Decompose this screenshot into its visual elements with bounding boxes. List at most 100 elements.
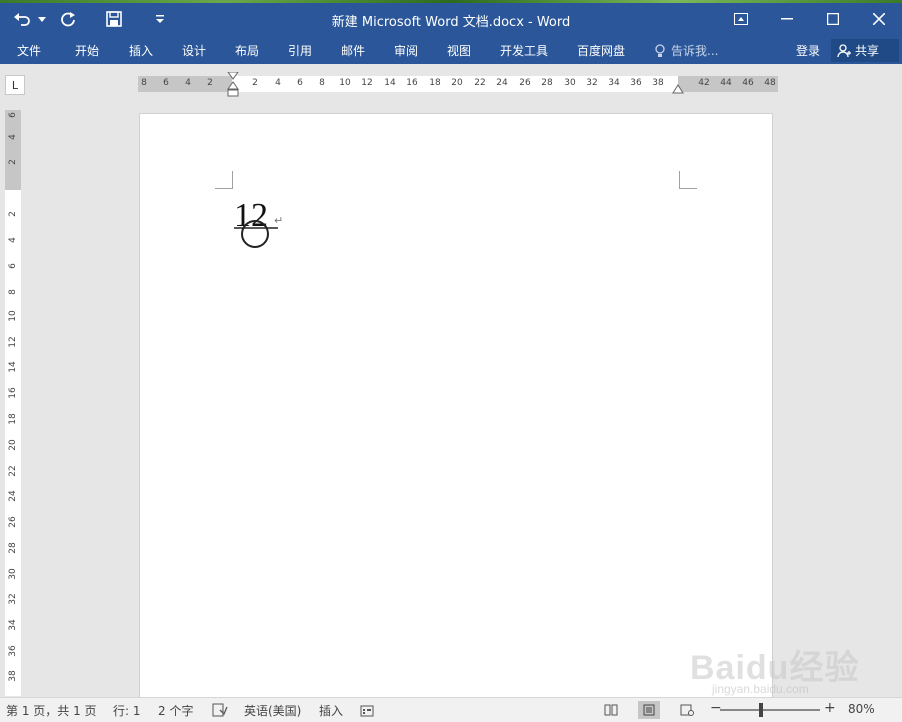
ruler-tick: 14 <box>384 78 396 88</box>
ruler-tick: 18 <box>8 413 18 425</box>
ruler-tick: 26 <box>8 516 18 528</box>
ruler-tick: 32 <box>586 78 598 88</box>
ruler-tick: 22 <box>474 78 486 88</box>
tab-layout[interactable]: 布局 <box>235 42 259 59</box>
ruler-tick: 30 <box>564 78 576 88</box>
ruler-tick: 8 <box>8 289 18 295</box>
ribbon-tabs: 文件 开始 插入 设计 布局 引用 邮件 审阅 视图 开发工具 百度网盘 告诉我… <box>0 38 902 64</box>
baidu-watermark: Baidu经验 jingyan.baidu.com <box>690 630 890 696</box>
page-count[interactable]: 第 1 页，共 1 页 <box>6 702 97 719</box>
ruler-tick: 30 <box>8 568 18 580</box>
close-icon[interactable] <box>856 0 902 38</box>
ruler-tick: 2 <box>8 211 18 217</box>
ruler-tick: 32 <box>8 593 18 605</box>
tab-baidu-netdisk[interactable]: 百度网盘 <box>577 42 625 59</box>
zoom-slider-track[interactable] <box>720 709 820 711</box>
print-layout-icon[interactable] <box>638 701 660 719</box>
tab-design[interactable]: 设计 <box>182 42 206 59</box>
tab-view[interactable]: 视图 <box>447 42 471 59</box>
share-label: 共享 <box>855 44 880 58</box>
minimize-icon[interactable] <box>764 0 810 38</box>
ruler-tick: 36 <box>630 78 642 88</box>
ruler-tick: 16 <box>8 387 18 399</box>
ruler-tick: 2 <box>207 78 213 88</box>
ruler-tick: 28 <box>541 78 553 88</box>
ribbon-display-options-icon[interactable] <box>718 0 764 38</box>
ruler-tick: 4 <box>8 134 18 140</box>
ruler-tick: 2 <box>8 159 18 165</box>
status-bar: 第 1 页，共 1 页 行: 1 2 个字 英语(美国) 插入 − + 80% <box>0 697 902 722</box>
ruler-tick: 36 <box>8 645 18 657</box>
ruler-tick: 10 <box>339 78 351 88</box>
ruler-tick: 20 <box>451 78 463 88</box>
tell-me-label: 告诉我... <box>671 44 719 58</box>
line-number[interactable]: 行: 1 <box>113 702 141 719</box>
ruler-tick: 2 <box>252 78 258 88</box>
ruler-tick: 12 <box>361 78 373 88</box>
tab-review[interactable]: 审阅 <box>394 42 418 59</box>
zoom-level[interactable]: 80% <box>848 702 875 716</box>
ruler-tick: 38 <box>652 78 664 88</box>
ruler-tick: 8 <box>141 78 147 88</box>
ruler-tick: 12 <box>8 336 18 348</box>
tab-insert[interactable]: 插入 <box>129 42 153 59</box>
ruler-tick: 48 <box>764 78 776 88</box>
zoom-slider-thumb[interactable] <box>759 703 763 717</box>
tab-mailings[interactable]: 邮件 <box>341 42 365 59</box>
web-layout-icon[interactable] <box>676 701 698 719</box>
ruler-tick: 6 <box>297 78 303 88</box>
title-bar: 新建 Microsoft Word 文档.docx - Word <box>0 0 902 38</box>
vertical-ruler[interactable]: 6 4 2 2 4 6 8 10 12 14 16 18 20 22 24 26… <box>5 110 21 696</box>
proofing-icon[interactable] <box>212 703 228 717</box>
horizontal-ruler[interactable]: 8 6 4 2 2 4 6 8 10 12 14 16 18 20 22 24 … <box>138 72 778 97</box>
drawn-circle-shape[interactable] <box>241 220 269 248</box>
indent-marker-icon[interactable] <box>227 72 239 98</box>
ruler-tick: 24 <box>496 78 508 88</box>
person-icon <box>837 43 851 57</box>
ruler-tick: 6 <box>8 263 18 269</box>
macro-icon[interactable] <box>360 703 374 717</box>
ruler-tick: 20 <box>8 439 18 451</box>
ruler-tick: 34 <box>608 78 620 88</box>
word-count[interactable]: 2 个字 <box>158 702 193 719</box>
tab-stop-selector[interactable]: L <box>5 75 25 95</box>
ruler-tick: 4 <box>275 78 281 88</box>
zoom-in-button[interactable]: + <box>824 700 836 716</box>
tab-file[interactable]: 文件 <box>17 42 41 59</box>
right-indent-marker-icon[interactable] <box>672 82 684 94</box>
ruler-tick: 34 <box>8 619 18 631</box>
ruler-tick: 22 <box>8 465 18 477</box>
lightbulb-icon <box>655 43 665 57</box>
tell-me-search[interactable]: 告诉我... <box>654 42 718 59</box>
sign-in-link[interactable]: 登录 <box>796 42 820 59</box>
ruler-tick: 4 <box>185 78 191 88</box>
language[interactable]: 英语(美国) <box>244 702 301 719</box>
ruler-tick: 10 <box>8 310 18 322</box>
ruler-tick: 44 <box>720 78 732 88</box>
ruler-tick: 6 <box>163 78 169 88</box>
tab-references[interactable]: 引用 <box>288 42 312 59</box>
tab-home[interactable]: 开始 <box>75 42 99 59</box>
ruler-tick: 16 <box>406 78 418 88</box>
insert-mode[interactable]: 插入 <box>319 702 343 719</box>
ruler-tick: 18 <box>429 78 441 88</box>
ruler-tick: 38 <box>8 670 18 682</box>
ruler-tick: 28 <box>8 542 18 554</box>
ruler-tick: 14 <box>8 361 18 373</box>
zoom-out-button[interactable]: − <box>710 700 722 716</box>
watermark-url: jingyan.baidu.com <box>712 682 809 696</box>
strike-line-shape[interactable] <box>234 226 278 230</box>
ruler-tick: 4 <box>8 237 18 243</box>
margin-corner-top-right <box>679 171 697 189</box>
window-controls <box>718 0 902 38</box>
tab-developer[interactable]: 开发工具 <box>500 42 548 59</box>
ruler-tick: 46 <box>742 78 754 88</box>
ruler-tick: 42 <box>698 78 710 88</box>
read-mode-icon[interactable] <box>600 701 622 719</box>
margin-corner-top-left <box>215 171 233 189</box>
ruler-tick: 6 <box>8 112 18 118</box>
ruler-tick: 24 <box>8 490 18 502</box>
share-button[interactable]: 共享 <box>831 39 899 62</box>
maximize-icon[interactable] <box>810 0 856 38</box>
ruler-tick: 8 <box>319 78 325 88</box>
